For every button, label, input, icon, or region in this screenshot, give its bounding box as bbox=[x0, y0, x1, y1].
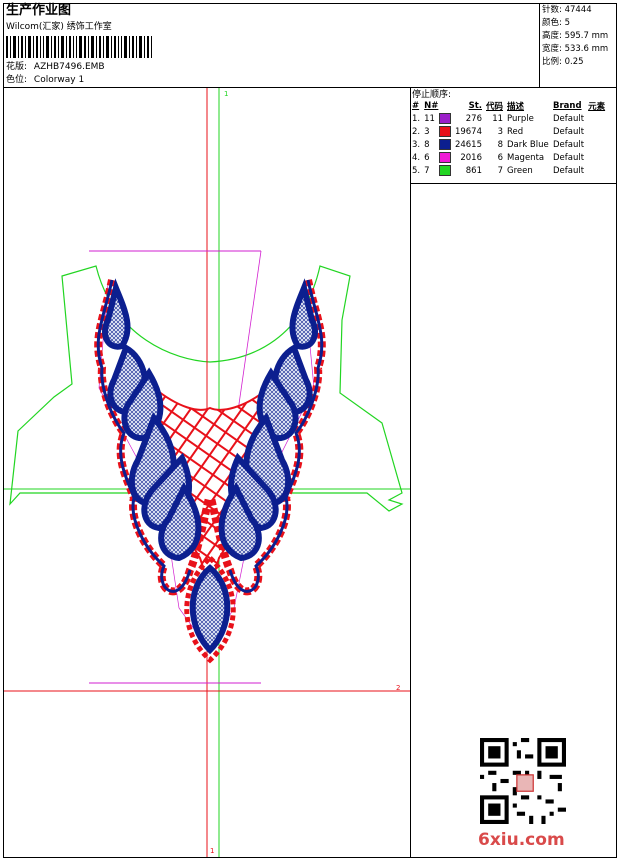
table-row: 3. 8 24615 8 Dark Blue Default bbox=[411, 138, 608, 151]
col-header: 元素 bbox=[588, 102, 606, 112]
color-code: 11 bbox=[492, 113, 504, 124]
color-code: 8 bbox=[497, 139, 504, 150]
table-row: 2. 3 19674 3 Red Default bbox=[411, 125, 608, 138]
color-description: Purple bbox=[507, 113, 534, 124]
needle-number: 8 bbox=[424, 139, 430, 150]
stitch-count: 861 bbox=[465, 165, 482, 176]
col-header: N# bbox=[424, 101, 439, 111]
table-row: 4. 6 2016 6 Magenta Default bbox=[411, 151, 608, 164]
stitch-count: 19674 bbox=[454, 126, 482, 137]
row-index: 3. bbox=[412, 139, 421, 150]
color-swatch bbox=[438, 125, 454, 138]
design-value: AZHB7496.EMB bbox=[33, 62, 105, 72]
color-description: Green bbox=[507, 165, 533, 176]
brand: Default bbox=[553, 126, 585, 137]
color-description: Magenta bbox=[507, 152, 545, 163]
col-header: 描述 bbox=[507, 102, 525, 112]
element bbox=[587, 164, 608, 177]
table-header-row: # N# St. 代码 描述 Brand 元素 bbox=[411, 100, 608, 112]
barcode-icon bbox=[6, 36, 152, 58]
stitch-count: 276 bbox=[465, 113, 482, 124]
color-description: Dark Blue bbox=[507, 139, 549, 150]
page-title: 生产作业图 bbox=[6, 3, 72, 18]
spec-scale: 比例: 0.25 bbox=[542, 57, 584, 67]
brand: Default bbox=[553, 152, 585, 163]
colorway-label: 色位: bbox=[6, 75, 28, 85]
needle-number: 3 bbox=[424, 126, 430, 137]
color-code: 6 bbox=[497, 152, 504, 163]
brand: Default bbox=[553, 165, 585, 176]
marker-top: 1 bbox=[224, 90, 228, 98]
marker-bottom: 1 bbox=[210, 847, 214, 855]
spec-stitches: 针数: 47444 bbox=[542, 5, 592, 15]
row-index: 2. bbox=[412, 126, 421, 137]
color-code: 7 bbox=[497, 165, 504, 176]
table-row: 5. 7 861 7 Green Default bbox=[411, 164, 608, 177]
needle-number: 7 bbox=[424, 165, 430, 176]
needle-number: 11 bbox=[424, 113, 435, 124]
color-swatch bbox=[438, 138, 454, 151]
color-swatch bbox=[438, 164, 454, 177]
brand: Default bbox=[553, 113, 585, 124]
element bbox=[587, 138, 608, 151]
design-row: 花版: AZHB7496.EMB bbox=[6, 62, 105, 73]
col-header: # bbox=[412, 101, 420, 111]
color-swatch bbox=[438, 151, 454, 164]
marker-right: 2 bbox=[396, 684, 400, 692]
col-header: St. bbox=[468, 101, 482, 111]
spec-colors: 颜色: 5 bbox=[542, 18, 570, 28]
element bbox=[587, 151, 608, 164]
color-code: 3 bbox=[497, 126, 504, 137]
stitch-count: 24615 bbox=[454, 139, 482, 150]
spec-width: 宽度: 533.6 mm bbox=[542, 44, 609, 54]
col-header: Brand bbox=[553, 101, 582, 111]
needle-number: 6 bbox=[424, 152, 430, 163]
col-header: 代码 bbox=[486, 102, 504, 112]
studio-name: Wilcom(汇家) 绣饰工作室 bbox=[6, 22, 112, 32]
spec-height: 高度: 595.7 mm bbox=[542, 31, 609, 41]
watermark-text: 6xiu.com bbox=[478, 830, 565, 850]
color-sequence-table: # N# St. 代码 描述 Brand 元素 1. 11 276 11 Purple D… bbox=[411, 100, 608, 177]
element bbox=[587, 112, 608, 125]
stitch-count: 2016 bbox=[460, 152, 482, 163]
colorway-row: 色位: Colorway 1 bbox=[6, 75, 84, 86]
element bbox=[587, 125, 608, 138]
color-description: Red bbox=[507, 126, 524, 137]
brand: Default bbox=[553, 139, 585, 150]
row-index: 5. bbox=[412, 165, 421, 176]
colorway-value: Colorway 1 bbox=[33, 75, 85, 85]
design-label: 花版: bbox=[6, 62, 28, 72]
table-row: 1. 11 276 11 Purple Default bbox=[411, 112, 608, 125]
embroidery-design-canvas: 1 2 1 bbox=[4, 88, 410, 857]
row-index: 1. bbox=[412, 113, 421, 124]
row-index: 4. bbox=[412, 152, 421, 163]
color-swatch bbox=[438, 112, 454, 125]
qr-code-icon bbox=[480, 738, 566, 824]
